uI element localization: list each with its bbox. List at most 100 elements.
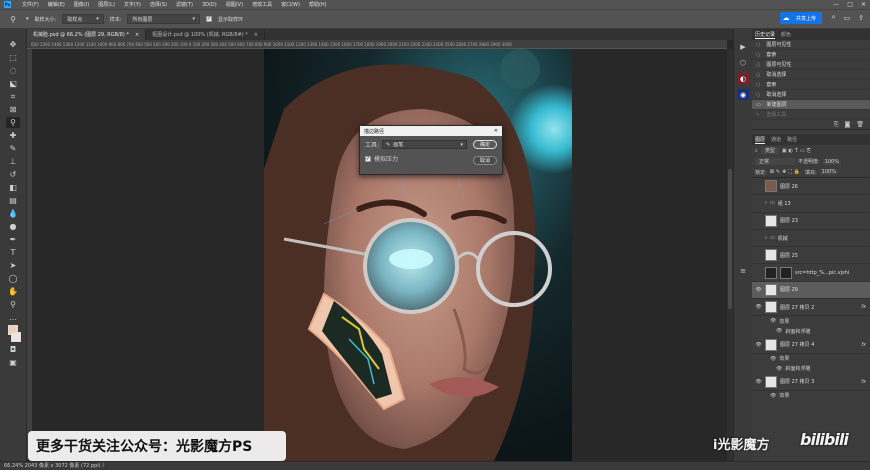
cancel-button[interactable]: 取消 (473, 156, 497, 165)
effects-row[interactable]: 👁 效果 (752, 354, 870, 364)
history-item[interactable]: ◌ 图层可见性 (752, 40, 870, 50)
adjust-icon[interactable]: ◐ (737, 73, 749, 84)
history-brush-icon[interactable]: ↺ (6, 169, 20, 180)
panel-icon[interactable]: ▭ (844, 14, 851, 22)
lock-icons[interactable]: ⊠✎✥⛶🔒 (770, 169, 802, 175)
history-item[interactable]: ◌ 取消选择 (752, 70, 870, 80)
tool-preset-chevron-icon[interactable]: ▾ (26, 16, 29, 22)
more-tools-icon[interactable]: … (6, 312, 20, 323)
tab-color[interactable]: 颜色 (781, 31, 791, 38)
menu-type[interactable]: 文字(Y) (124, 1, 141, 8)
play-icon[interactable]: ▶ (738, 41, 749, 52)
object-select-tool-icon[interactable]: ⬕ (6, 78, 20, 89)
eye-icon[interactable]: 👁 (770, 318, 776, 324)
dodge-tool-icon[interactable]: ● (6, 221, 20, 232)
eye-icon[interactable]: 👁 (776, 366, 782, 372)
eyedropper-tool-icon[interactable]: ⚲ (6, 117, 20, 128)
canvas-image[interactable] (264, 49, 572, 461)
maximize-button[interactable]: □ (847, 1, 853, 8)
type-tool-icon[interactable]: T (6, 247, 20, 258)
camera-icon[interactable]: ◙ (845, 121, 851, 128)
lasso-tool-icon[interactable]: ◌ (6, 65, 20, 76)
properties-icon[interactable]: ≡ (738, 265, 749, 276)
layer-row[interactable]: 👁 图层 27 拷贝 2 fx (752, 299, 870, 317)
menu-help[interactable]: 帮助(H) (309, 1, 327, 8)
tab-document-1[interactable]: 机械脸.psd @ 66.2% (图层 29, RGB/8) * × (27, 29, 147, 40)
history-item[interactable]: ↖ 选择工具 (752, 110, 870, 120)
tab-paths[interactable]: 路径 (787, 136, 797, 143)
share-button[interactable]: 共享上传 (789, 12, 822, 24)
trash-icon[interactable]: 🗑 (856, 121, 864, 128)
blend-mode-select[interactable]: 正常 (755, 158, 795, 165)
expand-chevron-icon[interactable]: › (765, 200, 767, 206)
menu-select[interactable]: 选择(S) (150, 1, 167, 8)
history-item-selected[interactable]: ▭ 新建图层 (752, 100, 870, 110)
healing-brush-icon[interactable]: ✚ (6, 130, 20, 141)
eye-icon[interactable]: 👁 (770, 356, 776, 362)
tab-history[interactable]: 历史记录 (755, 31, 776, 39)
history-item[interactable]: ◌ 套索 (752, 50, 870, 60)
cube-icon[interactable]: ⬡ (738, 57, 749, 68)
info-icon[interactable]: ◉ (737, 89, 749, 100)
path-select-tool-icon[interactable]: ➤ (6, 260, 20, 271)
eye-icon[interactable]: 👁 (755, 287, 762, 293)
gradient-tool-icon[interactable]: ▤ (6, 195, 20, 206)
tool-select[interactable]: ✎ 画笔 ▾ (382, 140, 468, 149)
blur-tool-icon[interactable]: 💧 (6, 208, 20, 219)
simulate-pressure-checkbox[interactable]: ✓ (365, 155, 371, 162)
menu-plugins[interactable]: 增效工具 (252, 1, 272, 8)
frame-tool-icon[interactable]: ⊠ (6, 104, 20, 115)
layer-row-selected[interactable]: 👁 图层 29 (752, 281, 870, 300)
eye-icon[interactable]: 👁 (755, 342, 762, 348)
screen-mode-icon[interactable]: ▣ (6, 357, 20, 368)
menu-image[interactable]: 图像(I) (74, 1, 89, 8)
menu-layer[interactable]: 图层(L) (98, 1, 115, 8)
history-item[interactable]: ◌ 取消选择 (752, 90, 870, 100)
crop-tool-icon[interactable]: ⌗ (6, 91, 20, 102)
search-icon[interactable]: ⌕ (832, 13, 836, 22)
expand-chevron-icon[interactable]: › (765, 235, 767, 241)
quick-mask-icon[interactable]: ◘ (6, 344, 20, 355)
effects-row[interactable]: 👁 效果 (752, 391, 870, 401)
layer-row[interactable]: 👁 图层 27 拷贝 3 fx (752, 374, 870, 391)
layer-row[interactable]: 图层 25 (752, 247, 870, 265)
opacity-input[interactable]: 100% (822, 158, 841, 165)
layer-row[interactable]: src=http_%...pic.vjshi (752, 264, 870, 282)
filter-icons[interactable]: ▣◐T▭⎘ (782, 148, 813, 154)
menu-3d[interactable]: 3D(D) (202, 2, 217, 8)
background-color-swatch[interactable] (11, 332, 21, 342)
fx-icon[interactable]: fx (861, 379, 866, 385)
history-item[interactable]: ◌ 套索 (752, 80, 870, 90)
effect-item[interactable]: 👁 斜面和浮雕 (752, 326, 870, 336)
fx-icon[interactable]: fx (861, 342, 866, 348)
eraser-tool-icon[interactable]: ◧ (6, 182, 20, 193)
effects-row[interactable]: 👁 效果 (752, 316, 870, 326)
layer-kind-select[interactable]: 类型 (760, 147, 779, 154)
tab-document-2[interactable]: 抠图设计.psd @ 100% (机械, RGB/8#) * × (146, 29, 265, 40)
layer-row[interactable]: › ▭ 机械 (752, 230, 870, 248)
ok-button[interactable]: 确定 (473, 140, 497, 149)
minimize-button[interactable]: — (833, 1, 839, 8)
close-window-button[interactable]: ✕ (861, 1, 866, 8)
sample-select[interactable]: 所有图层 ▾ (127, 14, 200, 24)
menu-view[interactable]: 视图(V) (226, 1, 243, 8)
menu-edit[interactable]: 编辑(E) (48, 1, 65, 8)
close-icon[interactable]: × (254, 32, 258, 38)
tab-layers[interactable]: 图层 (755, 136, 766, 144)
history-item[interactable]: ◌ 图层可见性 (752, 60, 870, 70)
zoom-tool-icon[interactable]: ⚲ (6, 299, 20, 310)
show-ring-checkbox[interactable]: ✓ (205, 16, 212, 22)
fx-icon[interactable]: fx (861, 304, 866, 310)
tab-channels[interactable]: 通道 (771, 136, 781, 143)
eye-icon[interactable]: 👁 (770, 393, 776, 399)
eye-icon[interactable]: 👁 (755, 379, 762, 385)
stamp-tool-icon[interactable]: ⊥ (6, 156, 20, 167)
move-tool-icon[interactable]: ✥ (6, 39, 20, 50)
ellipse-tool-icon[interactable]: ◯ (6, 273, 20, 284)
artboard-tool-icon[interactable]: ⬚ (6, 52, 20, 63)
sample-size-select[interactable]: 取样点 ▾ (62, 14, 104, 24)
layer-row[interactable]: 👁 图层 27 拷贝 4 fx (752, 336, 870, 354)
eye-icon[interactable]: 👁 (776, 328, 782, 334)
effect-item[interactable]: 👁 斜面和浮雕 (752, 364, 870, 374)
hand-tool-icon[interactable]: ✋ (6, 286, 20, 297)
